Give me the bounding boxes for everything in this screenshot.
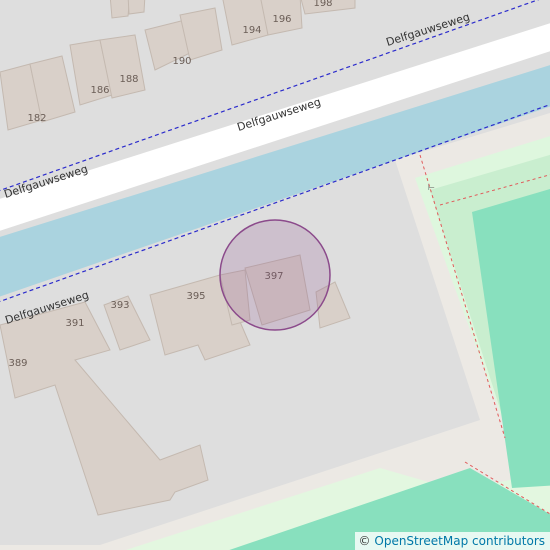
house-number-190: 190 — [172, 56, 191, 67]
house-number-391: 391 — [65, 318, 84, 329]
house-number-196: 196 — [272, 14, 291, 25]
gate-symbol: ⊢ — [428, 183, 435, 192]
map-view[interactable]: ⊢ 182 186 188 190 194 196 198 389 391 39… — [0, 0, 550, 550]
map-attribution: © OpenStreetMap contributors — [354, 532, 550, 550]
house-number-186: 186 — [90, 85, 109, 96]
copyright-symbol: © — [358, 534, 371, 548]
map-canvas[interactable]: ⊢ 182 186 188 190 194 196 198 389 391 39… — [0, 0, 550, 550]
house-number-393: 393 — [110, 300, 129, 311]
osm-contributors-link[interactable]: OpenStreetMap contributors — [374, 534, 545, 548]
house-number-389: 389 — [8, 358, 27, 369]
house-number-198: 198 — [313, 0, 332, 9]
house-number-395: 395 — [186, 291, 205, 302]
location-marker-circle[interactable] — [219, 219, 331, 331]
house-number-188: 188 — [119, 74, 138, 85]
house-number-182: 182 — [27, 113, 46, 124]
house-number-194: 194 — [242, 25, 261, 36]
